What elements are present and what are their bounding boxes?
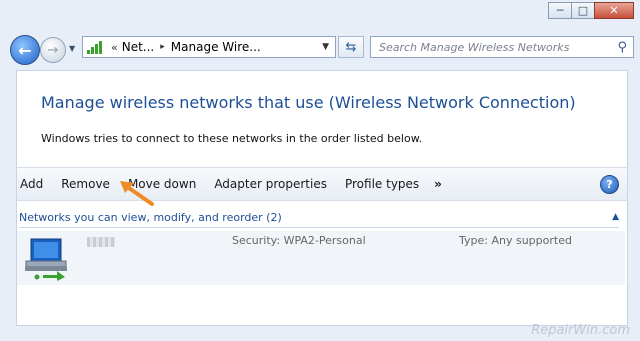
network-security: Security: WPA2-Personal xyxy=(232,234,366,247)
window: ─ □ ✕ ← → ▼ « Net... ▸ Manage Wire... ▼ … xyxy=(0,0,640,341)
page-description: Windows tries to connect to these networ… xyxy=(41,132,423,145)
window-controls: ─ □ ✕ xyxy=(548,2,634,19)
breadcrumb-overflow[interactable]: « xyxy=(111,41,118,54)
search-input[interactable] xyxy=(377,39,611,55)
search-box[interactable]: ⚲ xyxy=(370,36,634,58)
refresh-icon: ⇆ xyxy=(345,39,357,55)
add-button[interactable]: Add xyxy=(17,177,52,191)
profile-types-button[interactable]: Profile types xyxy=(336,177,428,191)
group-divider xyxy=(19,227,619,228)
wireless-network-icon xyxy=(25,238,67,281)
main-content: Manage wireless networks that use (Wirel… xyxy=(16,70,628,326)
remove-button[interactable]: Remove xyxy=(52,177,119,191)
network-type: Type: Any supported xyxy=(459,234,572,247)
recent-pages-dropdown[interactable]: ▼ xyxy=(69,44,75,53)
breadcrumb-network[interactable]: Net... xyxy=(122,40,155,54)
close-button[interactable]: ✕ xyxy=(594,2,634,19)
network-name-redacted xyxy=(87,237,115,247)
command-bar: Add Remove Move down Adapter properties … xyxy=(17,167,627,201)
pointer-arrow-icon xyxy=(120,181,154,206)
address-dropdown-icon[interactable]: ▼ xyxy=(322,42,329,52)
network-list-item[interactable]: Security: WPA2-Personal Type: Any suppor… xyxy=(17,231,625,285)
refresh-button[interactable]: ⇆ xyxy=(338,36,364,58)
collapse-chevron-icon[interactable]: ▲ xyxy=(612,212,619,222)
network-signal-icon xyxy=(87,40,107,54)
maximize-button[interactable]: □ xyxy=(571,2,595,19)
watermark: RepairWin.com xyxy=(531,323,630,338)
search-icon[interactable]: ⚲ xyxy=(617,40,627,55)
help-icon[interactable]: ? xyxy=(600,174,619,194)
navigation-bar: ← → ▼ « Net... ▸ Manage Wire... ▼ ⇆ ⚲ xyxy=(0,30,640,68)
breadcrumb-separator-icon[interactable]: ▸ xyxy=(160,42,165,52)
back-arrow-icon: ← xyxy=(18,40,32,60)
page-title: Manage wireless networks that use (Wirel… xyxy=(41,93,576,112)
forward-button[interactable]: → xyxy=(40,37,66,63)
breadcrumb-manage-wireless[interactable]: Manage Wire... xyxy=(171,40,261,54)
more-commands-button[interactable]: » xyxy=(428,177,448,191)
address-bar[interactable]: « Net... ▸ Manage Wire... ▼ xyxy=(82,36,336,58)
forward-arrow-icon: → xyxy=(47,42,59,58)
back-button[interactable]: ← xyxy=(10,35,40,65)
network-group-label: Networks you can view, modify, and reord… xyxy=(19,210,282,224)
adapter-properties-button[interactable]: Adapter properties xyxy=(205,177,336,191)
minimize-button[interactable]: ─ xyxy=(548,2,572,19)
network-group-header[interactable]: Networks you can view, modify, and reord… xyxy=(19,209,619,225)
